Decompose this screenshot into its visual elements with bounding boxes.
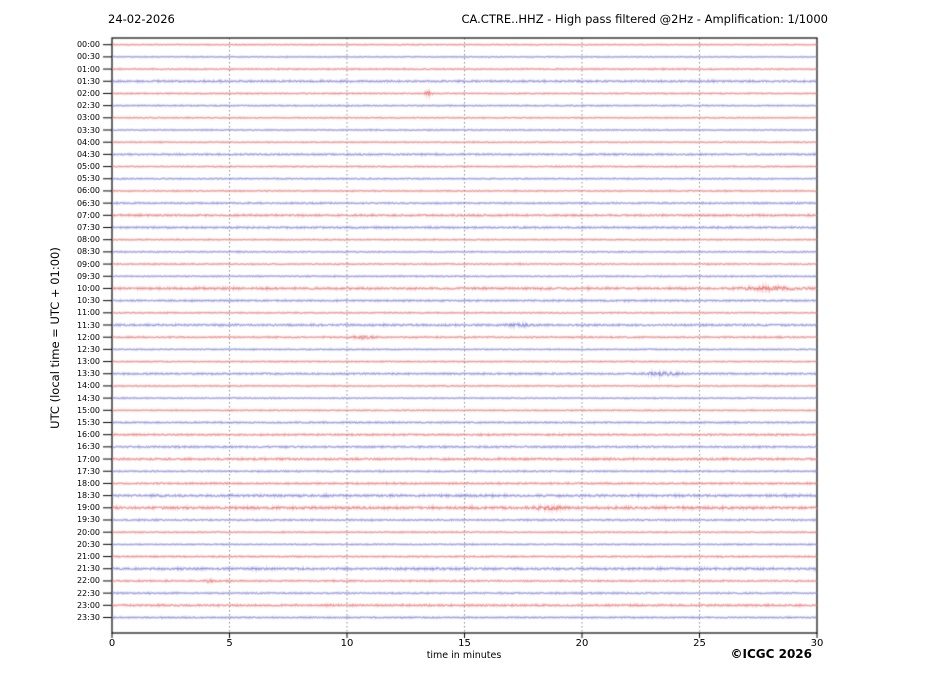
y-axis-label: UTC (local time = UTC + 01:00)	[48, 247, 62, 429]
row-time-label: 17:00	[76, 454, 100, 464]
row-time-label: 06:00	[76, 186, 100, 196]
row-time-label: 05:00	[76, 162, 100, 172]
row-time-label: 06:30	[76, 198, 100, 208]
x-tick-label: 0	[108, 638, 116, 649]
row-time-label: 17:30	[76, 466, 100, 476]
row-time-label: 07:30	[76, 223, 100, 232]
row-time-label: 09:00	[76, 259, 100, 269]
row-time-label: 16:00	[76, 430, 100, 440]
row-time-label: 22:30	[76, 588, 100, 598]
row-time-label: 23:00	[76, 600, 100, 610]
row-time-label: 13:30	[76, 369, 100, 379]
row-time-label: 18:00	[76, 478, 100, 488]
x-axis-label: time in minutes	[426, 650, 502, 661]
row-time-label: 05:30	[76, 174, 100, 184]
row-time-label: 13:00	[76, 357, 100, 367]
row-time-label: 03:30	[76, 125, 100, 135]
row-time-label: 01:00	[76, 64, 100, 74]
x-tick-label: 5	[226, 638, 233, 649]
row-time-label: 09:30	[76, 271, 100, 281]
row-time-label: 00:30	[76, 52, 100, 62]
row-time-label: 14:30	[76, 393, 100, 403]
row-time-label: 18:30	[76, 491, 100, 501]
row-time-label: 00:00	[76, 40, 100, 50]
row-time-label: 08:30	[76, 247, 100, 257]
row-time-label: 04:30	[76, 149, 100, 159]
row-time-label: 01:30	[76, 76, 100, 86]
row-time-label: 03:00	[76, 113, 100, 123]
row-time-label: 11:00	[76, 308, 100, 318]
row-time-label: 07:00	[76, 210, 100, 220]
x-tick-label: 10	[340, 638, 354, 649]
row-time-label: 23:30	[76, 612, 100, 622]
row-time-label: 02:00	[76, 88, 100, 98]
row-time-label: 22:00	[76, 576, 100, 586]
copyright-label: ©ICGC 2026	[730, 647, 812, 661]
row-time-label: 12:30	[76, 344, 100, 354]
x-tick-label: 20	[575, 638, 589, 649]
row-time-label: 10:00	[76, 283, 100, 293]
row-time-label: 16:30	[76, 442, 100, 452]
helicorder-plot-canvas	[0, 0, 927, 696]
row-time-label: 10:30	[76, 296, 100, 306]
row-time-label: 11:30	[76, 320, 100, 330]
helicorder-page: 24-02-2026 CA.CTRE..HHZ - High pass filt…	[0, 0, 927, 696]
row-time-label: 19:30	[76, 515, 100, 525]
row-time-label: 02:30	[76, 101, 100, 111]
row-time-label: 12:00	[76, 332, 100, 342]
x-tick-label: 25	[693, 638, 706, 649]
row-time-label: 19:00	[76, 503, 100, 513]
x-tick-label: 30	[810, 638, 824, 649]
row-time-label: 15:00	[76, 405, 100, 415]
row-time-label: 20:30	[76, 539, 100, 549]
x-tick-label: 15	[458, 638, 471, 649]
plot-title: CA.CTRE..HHZ - High pass filtered @2Hz -…	[461, 12, 828, 26]
row-time-label: 21:30	[76, 564, 100, 574]
row-time-label: 20:00	[76, 527, 100, 537]
row-time-label: 04:00	[76, 137, 100, 147]
row-time-label: 21:00	[76, 552, 100, 562]
row-time-label: 08:00	[76, 235, 100, 245]
row-time-label: 15:30	[76, 417, 100, 427]
date-label: 24-02-2026	[108, 12, 175, 26]
row-time-label: 14:00	[76, 381, 100, 391]
